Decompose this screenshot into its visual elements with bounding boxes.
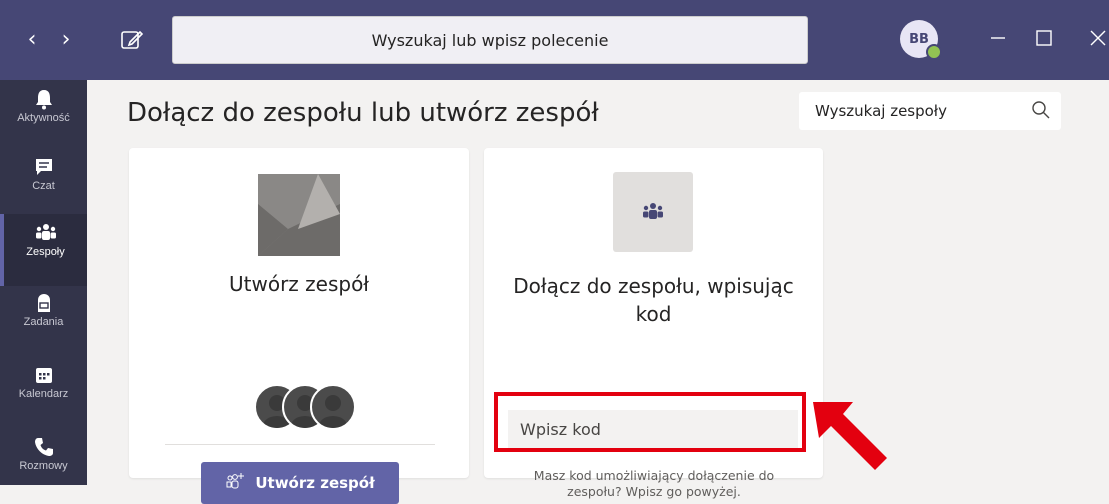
- rail-item-assignments[interactable]: Zadania: [0, 284, 87, 356]
- red-arrow-icon: [805, 392, 905, 472]
- person-avatar-icon: [310, 384, 356, 430]
- teams-icon: [35, 222, 57, 244]
- title-bar: ‹ › Wyszukaj lub wpisz polecenie BB: [0, 0, 1109, 80]
- rail-item-label: Rozmowy: [19, 460, 68, 472]
- presence-available-icon: [926, 44, 942, 60]
- rail-item-label: Aktywność: [17, 112, 70, 124]
- command-search-input[interactable]: Wyszukaj lub wpisz polecenie: [172, 16, 808, 64]
- search-icon[interactable]: [1031, 100, 1051, 120]
- rail-item-calls[interactable]: Rozmowy: [0, 428, 87, 500]
- rail-item-chat[interactable]: Czat: [0, 148, 87, 220]
- maximize-icon[interactable]: [1026, 20, 1062, 56]
- app-rail: Aktywność Czat Zespoły Zadania Kalendarz…: [0, 80, 87, 485]
- join-team-image: [613, 172, 693, 252]
- rail-item-activity[interactable]: Aktywność: [0, 80, 87, 152]
- highlight-box: [494, 392, 806, 452]
- bell-icon: [33, 88, 55, 110]
- create-team-button[interactable]: Utwórz zespół: [201, 462, 399, 504]
- card-divider: [165, 444, 435, 445]
- page-title: Dołącz do zespołu lub utwórz zespół: [127, 98, 599, 128]
- rail-item-label: Kalendarz: [18, 388, 69, 400]
- backpack-icon: [33, 292, 55, 314]
- create-team-card[interactable]: Utwórz zespół Utwórz zespół: [129, 148, 469, 504]
- team-placeholder-image-icon: [258, 174, 340, 256]
- rail-item-label: Zespoły: [26, 246, 65, 258]
- close-icon[interactable]: [1080, 20, 1109, 56]
- rail-item-teams[interactable]: Zespoły: [0, 214, 87, 286]
- rail-item-calendar[interactable]: Kalendarz: [0, 356, 87, 428]
- join-hint-line2: zespołu? Wpisz go powyżej.: [567, 484, 741, 499]
- team-members-icon: [254, 384, 356, 430]
- chat-icon: [33, 156, 55, 178]
- join-team-title-line2: kod: [635, 302, 672, 326]
- rail-item-label: Czat: [32, 180, 55, 192]
- join-team-title: Dołącz do zespołu, wpisując kod: [484, 272, 823, 328]
- join-team-card: Dołącz do zespołu, wpisując kod Masz kod…: [484, 148, 823, 499]
- rail-item-label: Zadania: [23, 316, 64, 328]
- join-team-title-line1: Dołącz do zespołu, wpisując: [513, 274, 794, 298]
- team-search-input[interactable]: Wyszukaj zespoły: [799, 92, 1061, 130]
- teams-icon: [641, 201, 665, 227]
- create-team-title: Utwórz zespół: [229, 272, 369, 296]
- back-arrow-icon[interactable]: ‹: [20, 22, 44, 58]
- main-content: Dołącz do zespołu lub utwórz zespół Wysz…: [87, 80, 1109, 504]
- create-team-button-label: Utwórz zespół: [255, 474, 375, 492]
- compose-icon[interactable]: [118, 26, 146, 54]
- team-search-placeholder: Wyszukaj zespoły: [815, 102, 947, 120]
- join-hint-line1: Masz kod umożliwiający dołączenie do: [533, 468, 775, 483]
- phone-icon: [33, 436, 55, 458]
- minimize-icon[interactable]: [980, 20, 1016, 56]
- calendar-icon: [33, 364, 55, 386]
- join-hint-text: Masz kod umożliwiający dołączenie do zes…: [514, 468, 794, 500]
- forward-arrow-icon[interactable]: ›: [54, 22, 78, 58]
- add-team-icon: [225, 472, 245, 494]
